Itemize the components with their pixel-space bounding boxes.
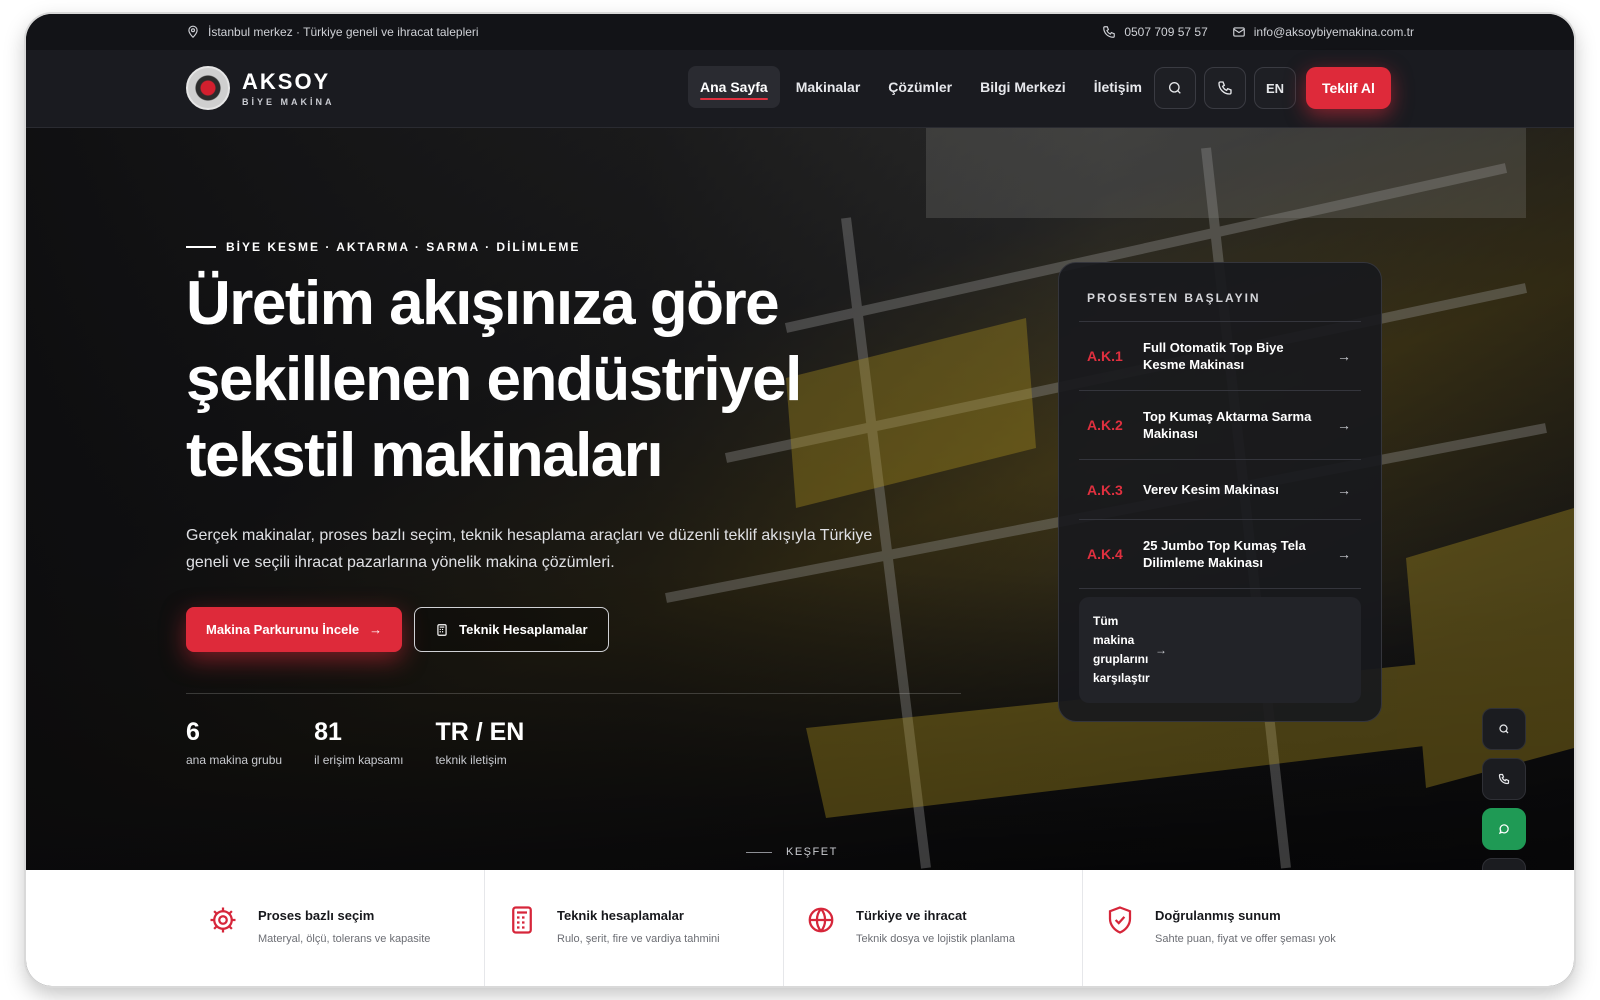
browse-machines-button[interactable]: Makina Parkurunu İncele → — [186, 607, 403, 652]
browser-frame: İstanbul merkez · Türkiye geneli ve ihra… — [26, 14, 1574, 986]
whatsapp-icon — [1498, 824, 1509, 835]
arrow-right-icon: → — [369, 622, 383, 637]
feature-strip: Proses bazlı seçim Materyal, ölçü, toler… — [26, 870, 1574, 986]
nav-item-machines[interactable]: Makinalar — [784, 66, 873, 108]
email-text: info@aksoybiyemakina.com.tr — [1253, 25, 1414, 39]
explore-text: KEŞFET — [786, 846, 838, 858]
stat-value: TR / EN — [435, 718, 525, 746]
hero-divider — [186, 693, 961, 694]
machine-code: A.K.2 — [1087, 417, 1123, 433]
arrow-right-icon: → — [1155, 643, 1167, 657]
float-call-button[interactable] — [1482, 758, 1526, 800]
hero-subtitle: Gerçek makinalar, proses bazlı seçim, te… — [186, 527, 873, 571]
top-info-bar: İstanbul merkez · Türkiye geneli ve ihra… — [26, 14, 1574, 50]
technical-calculations-button[interactable]: Teknik Hesaplamalar — [414, 607, 609, 652]
machine-name: Verev Kesim Makinası — [1143, 482, 1279, 497]
technical-calculations-label: Teknik Hesaplamalar — [459, 622, 588, 637]
explore-link[interactable]: KEŞFET — [746, 846, 838, 858]
feature-title: Teknik hesaplamalar — [557, 908, 684, 923]
location-info: İstanbul merkez · Türkiye geneli ve ihra… — [186, 25, 479, 39]
feature-verified-presentation: Doğrulanmış sunum Sahte puan, fiyat ve o… — [1083, 870, 1382, 986]
feature-technical-calculations: Teknik hesaplamalar Rulo, şerit, fire ve… — [485, 870, 784, 986]
search-icon — [1499, 724, 1509, 734]
search-icon — [1169, 82, 1181, 94]
arrow-right-icon: → — [1337, 481, 1351, 498]
whatsapp-button[interactable] — [1482, 808, 1526, 850]
brand-logo[interactable]: AKSOY BİYE MAKİNA — [186, 66, 335, 110]
machine-item-ak2[interactable]: A.K.2 Top Kumaş Aktarma Sarma Makinası → — [1079, 391, 1361, 460]
stat-value: 6 — [186, 718, 200, 746]
float-search-button[interactable] — [1482, 708, 1526, 750]
machine-code: A.K.3 — [1087, 481, 1123, 498]
arrow-right-icon: → — [1337, 546, 1351, 562]
phone-icon — [1103, 26, 1116, 38]
machine-name: 25 Jumbo Top Kumaş Tela Dilimleme Makina… — [1143, 538, 1306, 570]
main-navbar: AKSOY BİYE MAKİNA Ana Sayfa Makinalar Çö… — [26, 50, 1574, 128]
phone-link[interactable]: 0507 709 57 57 — [1102, 25, 1208, 39]
feature-process-selection: Proses bazlı seçim Materyal, ölçü, toler… — [186, 870, 485, 986]
stat-machine-groups: 6 ana makina grubu — [186, 718, 282, 767]
stat-value: 81 — [314, 718, 342, 746]
get-quote-button[interactable]: Teklif Al — [1306, 67, 1391, 109]
feature-desc: Materyal, ölçü, tolerans ve kapasite — [258, 933, 431, 945]
feature-desc: Teknik dosya ve lojistik planlama — [856, 933, 1015, 945]
stat-languages: TR / EN teknik iletişim — [435, 718, 524, 767]
machine-item-ak3[interactable]: A.K.3 Verev Kesim Makinası → — [1079, 460, 1361, 520]
hero-eyebrow: BİYE KESME · AKTARMA · SARMA · DİLİMLEME — [186, 240, 580, 254]
browse-machines-label: Makina Parkurunu İncele — [206, 622, 360, 637]
mail-icon — [1232, 27, 1245, 37]
calculator-icon — [512, 906, 532, 934]
language-toggle[interactable]: EN — [1254, 67, 1296, 109]
call-button[interactable] — [1204, 67, 1246, 109]
compare-all-label: Tüm makina gruplarını karşılaştır — [1093, 614, 1150, 685]
phone-icon — [1218, 81, 1232, 95]
machine-code: A.K.4 — [1087, 546, 1123, 562]
hero-title: Üretim akışınıza göre şekillenen endüstr… — [186, 269, 802, 490]
location-pin-icon — [188, 25, 198, 39]
phone-icon — [1498, 773, 1510, 785]
brand-name: AKSOY — [242, 69, 331, 94]
calculator-icon — [437, 623, 447, 636]
feature-title: Türkiye ve ihracat — [856, 908, 967, 923]
arrow-right-icon: → — [1337, 417, 1351, 433]
compare-all-machines-link[interactable]: Tüm makina gruplarını karşılaştır → — [1079, 597, 1361, 703]
feature-title: Doğrulanmış sunum — [1155, 908, 1281, 923]
feature-title: Proses bazlı seçim — [258, 908, 375, 923]
feature-desc: Sahte puan, fiyat ve offer şeması yok — [1155, 933, 1336, 945]
machine-list: A.K.1 Full Otomatik Top Biye Kesme Makin… — [1079, 321, 1361, 589]
logo-emblem-icon — [186, 66, 230, 110]
machine-name: Top Kumaş Aktarma Sarma Makinası — [1143, 409, 1312, 441]
gear-icon — [210, 907, 236, 933]
hero-stats: 6 ana makina grubu 81 il erişim kapsamı … — [186, 718, 524, 767]
brand-tagline: BİYE MAKİNA — [242, 97, 335, 107]
eyebrow-text: BİYE KESME · AKTARMA · SARMA · DİLİMLEME — [226, 240, 581, 254]
nav-item-solutions[interactable]: Çözümler — [876, 66, 964, 108]
feature-desc: Rulo, şerit, fire ve vardiya tahmini — [557, 933, 720, 945]
search-button[interactable] — [1154, 67, 1196, 109]
machine-item-ak4[interactable]: A.K.4 25 Jumbo Top Kumaş Tela Dilimleme … — [1079, 520, 1361, 589]
stat-label: il erişim kapsamı — [314, 753, 404, 767]
panel-title: PROSESTEN BAŞLAYIN — [1087, 291, 1261, 305]
main-menu: Ana Sayfa Makinalar Çözümler Bilgi Merke… — [688, 66, 1154, 108]
arrow-right-icon: → — [1337, 348, 1351, 364]
nav-item-contact[interactable]: İletişim — [1082, 66, 1154, 108]
globe-icon — [808, 907, 834, 933]
process-panel: PROSESTEN BAŞLAYIN A.K.1 Full Otomatik T… — [1058, 262, 1382, 722]
phone-text: 0507 709 57 57 — [1124, 25, 1208, 39]
shield-check-icon — [1108, 906, 1132, 934]
machine-name: Full Otomatik Top Biye Kesme Makinası — [1143, 340, 1284, 372]
nav-actions: EN Teklif Al — [1154, 67, 1391, 109]
nav-item-knowledge-center[interactable]: Bilgi Merkezi — [968, 66, 1078, 108]
email-link[interactable]: info@aksoybiyemakina.com.tr — [1232, 25, 1414, 39]
hero-section: BİYE KESME · AKTARMA · SARMA · DİLİMLEME… — [26, 128, 1574, 870]
nav-item-home[interactable]: Ana Sayfa — [688, 66, 780, 108]
stat-coverage: 81 il erişim kapsamı — [314, 718, 403, 767]
feature-turkey-export: Türkiye ve ihracat Teknik dosya ve lojis… — [784, 870, 1083, 986]
machine-item-ak1[interactable]: A.K.1 Full Otomatik Top Biye Kesme Makin… — [1079, 322, 1361, 391]
machine-code: A.K.1 — [1087, 348, 1123, 364]
stat-label: teknik iletişim — [435, 753, 507, 767]
location-text: İstanbul merkez · Türkiye geneli ve ihra… — [208, 25, 479, 39]
stat-label: ana makina grubu — [186, 753, 283, 767]
